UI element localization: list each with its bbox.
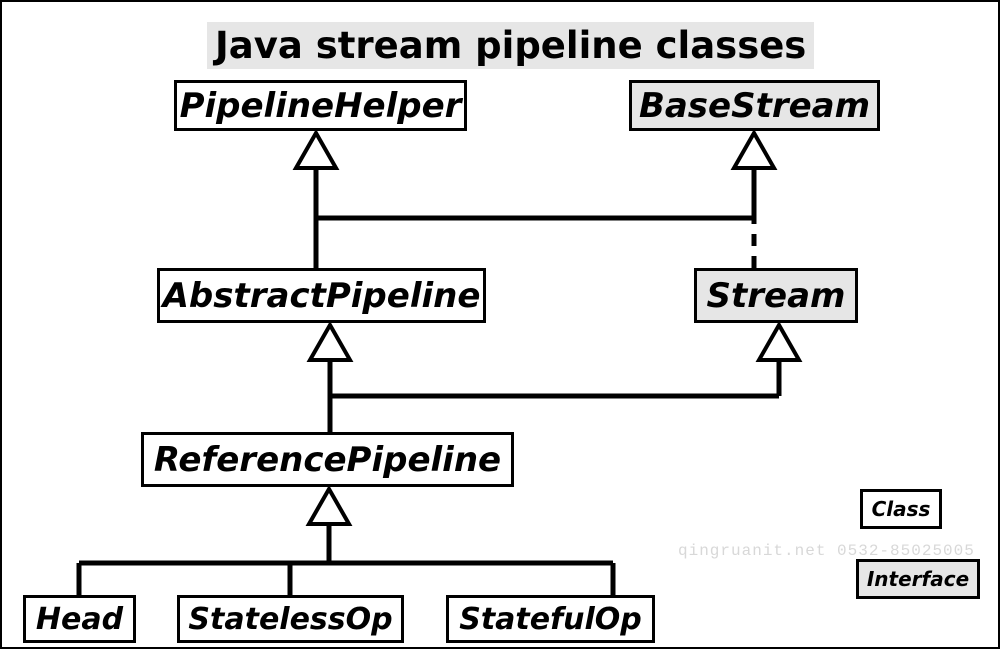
diagram-title: Java stream pipeline classes [207,22,814,69]
legend-class: Class [860,489,942,529]
legend-interface: Interface [856,559,980,599]
node-stateless-op: StatelessOp [177,595,404,643]
node-abstract-pipeline: AbstractPipeline [157,268,486,323]
node-pipeline-helper: PipelineHelper [174,80,467,131]
node-reference-pipeline: ReferencePipeline [141,432,514,487]
node-head: Head [23,595,136,643]
watermark: qingruanit.net 0532-85025005 [678,542,975,560]
node-stream: Stream [694,268,858,323]
node-stateful-op: StatefulOp [446,595,655,643]
node-base-stream: BaseStream [629,80,880,131]
